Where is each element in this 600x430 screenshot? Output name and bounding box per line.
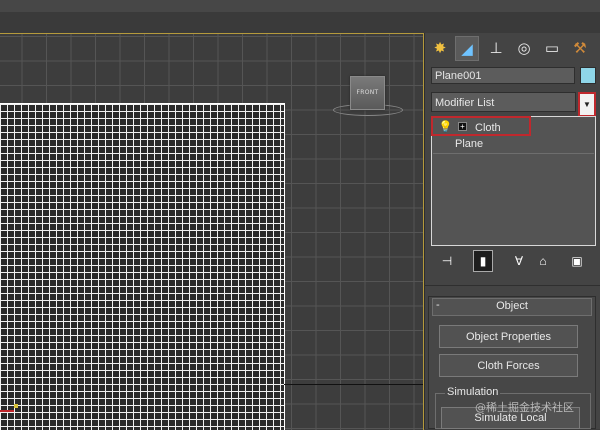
watermark: @稀土掘金技术社区: [475, 401, 574, 414]
show-end-result-button[interactable]: ▮: [473, 250, 493, 272]
expand-plus-icon[interactable]: +: [458, 122, 467, 131]
remove-modifier-button[interactable]: ⌂: [533, 250, 553, 272]
pin-stack-button[interactable]: ⊣: [437, 250, 457, 272]
viewcube-face-label: FRONT: [356, 89, 379, 96]
create-tab[interactable]: ✸: [429, 36, 451, 59]
stack-toolbar: ⊣ ▮ ∀ ⌂ ▣: [431, 250, 596, 274]
hierarchy-icon: ⊥: [489, 39, 503, 57]
title-bar: [0, 0, 600, 12]
utilities-tab[interactable]: ⚒: [569, 36, 591, 59]
stack-item-plane-label[interactable]: Plane: [455, 138, 483, 150]
cloth-plane-mesh[interactable]: [0, 103, 285, 430]
make-unique-icon: ∀: [514, 254, 524, 268]
cloth-forces-button[interactable]: Cloth Forces: [439, 354, 578, 377]
simulation-group-label: Simulation: [445, 386, 501, 398]
ground-line: [284, 384, 423, 385]
utilities-icon: ⚒: [573, 39, 587, 57]
toolbar-strip: [0, 12, 600, 35]
stack-row-divider: [433, 153, 594, 154]
viewcube[interactable]: FRONT: [350, 76, 385, 110]
viewport[interactable]: FRONT: [0, 33, 424, 430]
object-properties-button[interactable]: Object Properties: [439, 325, 578, 348]
object-color-swatch[interactable]: [580, 67, 596, 84]
modify-tab[interactable]: ◢: [455, 36, 479, 61]
configure-modifier-sets-button[interactable]: ▣: [567, 250, 587, 272]
lightbulb-icon[interactable]: 💡: [439, 121, 453, 133]
pin-icon: ⊣: [441, 254, 453, 268]
end-result-icon: ▮: [479, 254, 487, 268]
object-name-field[interactable]: Plane001: [431, 67, 575, 84]
axis-gizmo: [14, 404, 18, 408]
axis-x-marker: [0, 410, 14, 412]
panel-divider: [424, 285, 600, 286]
motion-tab[interactable]: ◎: [513, 36, 535, 59]
configure-icon: ▣: [571, 254, 583, 268]
modify-icon: ◢: [461, 40, 473, 58]
modifier-list-dropdown-button[interactable]: ▼: [578, 92, 596, 117]
display-tab[interactable]: ▭: [541, 36, 563, 59]
make-unique-button[interactable]: ∀: [509, 250, 529, 272]
command-panel-tabs: ✸ ◢ ⊥ ◎ ▭ ⚒: [429, 36, 600, 61]
hierarchy-tab[interactable]: ⊥: [485, 36, 507, 59]
create-icon: ✸: [433, 39, 447, 57]
stack-item-cloth-label[interactable]: Cloth: [475, 122, 501, 134]
modifier-list-dropdown[interactable]: Modifier List: [431, 92, 576, 112]
display-icon: ▭: [544, 39, 560, 57]
motion-icon: ◎: [517, 39, 531, 57]
trash-icon: ⌂: [539, 254, 547, 268]
object-rollout-title[interactable]: Object: [432, 300, 592, 312]
chevron-down-icon: ▼: [583, 100, 591, 109]
